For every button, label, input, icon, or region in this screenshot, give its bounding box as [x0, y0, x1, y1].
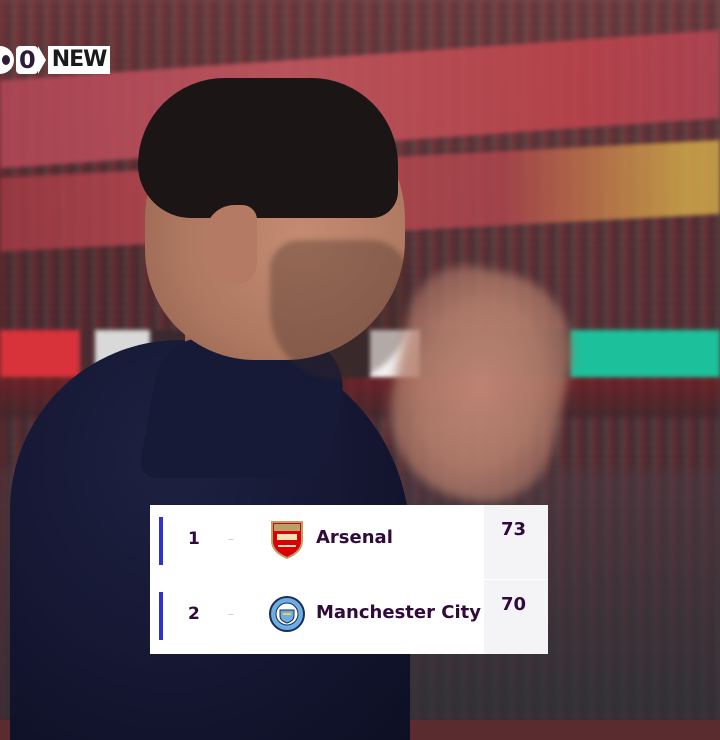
logo-chevron	[37, 46, 46, 74]
logo-zero: 0	[16, 46, 38, 74]
position-bar	[159, 592, 163, 640]
team-name: Manchester City	[316, 602, 481, 623]
points-cell	[484, 505, 548, 579]
manchester-city-crest-icon	[269, 596, 305, 632]
table-row: 2 – Manchester City 70	[150, 580, 548, 654]
beard	[270, 240, 410, 380]
hair	[138, 78, 398, 218]
movement-indicator: –	[228, 607, 234, 621]
position: 1	[188, 529, 200, 549]
position: 2	[188, 604, 200, 624]
channel-logo: 0 NEW	[0, 44, 111, 76]
table-row: 1 – Arsenal 73	[150, 505, 548, 579]
channel-logo-icon	[0, 46, 14, 74]
position-bar	[159, 517, 163, 565]
points-cell	[484, 580, 548, 654]
logo-word: NEW	[47, 46, 111, 74]
points: 73	[500, 519, 526, 540]
ear	[205, 205, 257, 285]
movement-indicator: –	[228, 532, 234, 546]
points: 70	[500, 594, 526, 615]
channel-logo-text: 0 NEW	[16, 46, 111, 74]
team-name: Arsenal	[316, 527, 393, 548]
arsenal-crest-icon	[271, 521, 303, 559]
standings-table: 1 – Arsenal 73 2 – Manchester City 70	[150, 505, 548, 654]
